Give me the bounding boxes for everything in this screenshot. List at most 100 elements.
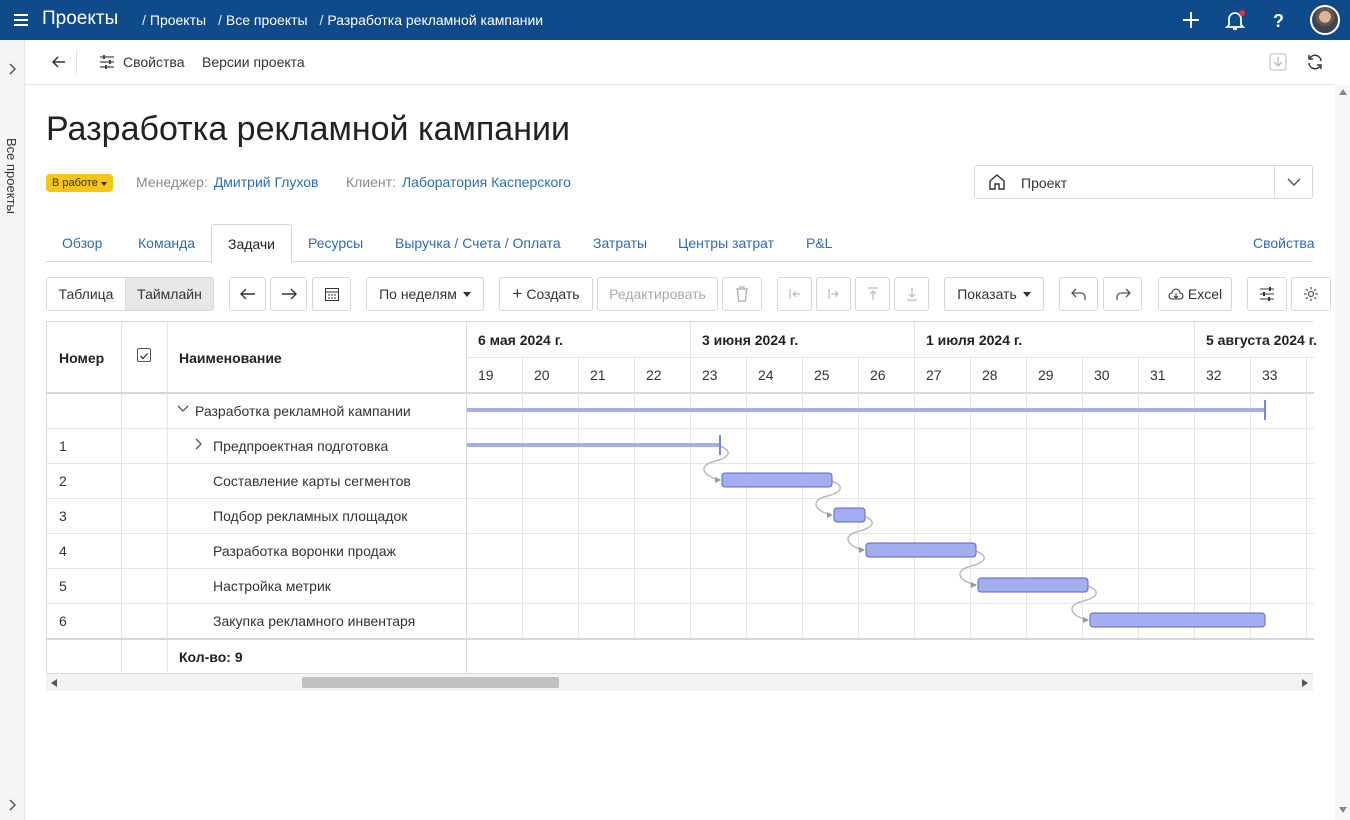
next-period-button[interactable] bbox=[270, 277, 307, 311]
tab-tasks[interactable]: Задачи bbox=[211, 224, 293, 263]
scroll-thumb[interactable] bbox=[302, 677, 559, 688]
project-type-select[interactable]: Проект bbox=[974, 165, 1313, 199]
bell-icon[interactable] bbox=[1223, 8, 1247, 32]
chevron-down-icon[interactable] bbox=[1287, 178, 1301, 187]
avatar[interactable] bbox=[1310, 5, 1340, 35]
tab-costs[interactable]: Затраты bbox=[593, 235, 647, 251]
scroll-left-icon[interactable] bbox=[51, 679, 57, 687]
chevron-down-icon[interactable] bbox=[177, 405, 189, 413]
properties-link[interactable]: Свойства bbox=[123, 54, 184, 70]
indent-right-button[interactable] bbox=[816, 277, 851, 311]
download-icon[interactable] bbox=[1269, 53, 1287, 71]
left-rail: Все проекты bbox=[0, 40, 25, 820]
tab-revenue[interactable]: Выручка / Счета / Оплата bbox=[395, 235, 561, 251]
task-name[interactable]: Предпроектная подготовка bbox=[213, 438, 388, 454]
create-button[interactable]: + Создать bbox=[499, 277, 593, 311]
task-number: 4 bbox=[59, 543, 67, 559]
select-all-checkbox[interactable] bbox=[137, 348, 151, 362]
app-title[interactable]: Проекты bbox=[42, 8, 118, 30]
chevron-right-icon[interactable] bbox=[7, 62, 17, 76]
show-select[interactable]: Показать bbox=[944, 277, 1044, 311]
tab-resources[interactable]: Ресурсы bbox=[308, 235, 363, 251]
summary-bar bbox=[467, 443, 720, 447]
column-header-name[interactable]: Наименование bbox=[179, 350, 282, 366]
task-name[interactable]: Подбор рекламных площадок bbox=[213, 508, 407, 524]
tab-overview[interactable]: Обзор bbox=[62, 235, 102, 251]
project-type-value: Проект bbox=[1021, 175, 1068, 191]
task-bar bbox=[1089, 612, 1266, 628]
menu-icon[interactable] bbox=[14, 12, 32, 28]
outdent-icon bbox=[788, 289, 800, 299]
prev-period-button[interactable] bbox=[229, 277, 266, 311]
task-name[interactable]: Разработка воронки продаж bbox=[213, 543, 396, 559]
week-number: 31 bbox=[1150, 367, 1166, 383]
breadcrumb-item[interactable]: Все проекты bbox=[226, 12, 308, 28]
task-number: 3 bbox=[59, 508, 67, 524]
timeline-view-button[interactable]: Таймлайн bbox=[125, 277, 214, 311]
move-up-button[interactable] bbox=[855, 277, 890, 311]
edit-button[interactable]: Редактировать bbox=[597, 277, 718, 311]
refresh-icon[interactable] bbox=[1306, 53, 1324, 71]
redo-button[interactable] bbox=[1103, 277, 1142, 311]
outdent-left-button[interactable] bbox=[777, 277, 812, 311]
columns-settings-button[interactable] bbox=[1247, 277, 1287, 311]
settings-button[interactable] bbox=[1291, 277, 1331, 311]
chevron-right-icon[interactable] bbox=[7, 798, 17, 812]
week-number: 26 bbox=[870, 367, 886, 383]
status-badge[interactable]: В работе bbox=[46, 174, 113, 192]
tab-cost-centers[interactable]: Центры затрат bbox=[678, 235, 774, 251]
all-projects-label[interactable]: Все проекты bbox=[4, 138, 19, 214]
tab-team[interactable]: Команда bbox=[138, 235, 195, 251]
task-name[interactable]: Закупка рекламного инвентаря bbox=[213, 613, 415, 629]
task-name[interactable]: Разработка рекламной кампании bbox=[195, 403, 411, 419]
gantt-chart bbox=[467, 400, 1266, 628]
delete-button[interactable] bbox=[722, 277, 762, 311]
chevron-right-icon[interactable] bbox=[195, 438, 203, 450]
breadcrumb-item: Разработка рекламной кампании bbox=[327, 12, 544, 28]
versions-link[interactable]: Версии проекта bbox=[202, 54, 305, 70]
back-arrow-icon[interactable] bbox=[51, 54, 67, 70]
sliders-icon bbox=[1260, 287, 1274, 301]
plus-icon[interactable] bbox=[1179, 8, 1203, 32]
table-view-button[interactable]: Таблица bbox=[46, 277, 126, 311]
period-select-label: По неделям bbox=[379, 286, 457, 302]
scroll-down-icon[interactable] bbox=[1339, 807, 1347, 813]
column-header-number[interactable]: Номер bbox=[59, 350, 104, 366]
task-number: 2 bbox=[59, 473, 67, 489]
client-link[interactable]: Лаборатория Касперского bbox=[402, 174, 571, 190]
manager-label: Менеджер: bbox=[136, 174, 208, 190]
indent-icon bbox=[827, 289, 839, 299]
excel-label: Excel bbox=[1187, 286, 1223, 302]
summary-bar bbox=[467, 408, 1265, 412]
client-label: Клиент: bbox=[346, 174, 396, 190]
undo-button[interactable] bbox=[1059, 277, 1098, 311]
excel-export-button[interactable]: Excel bbox=[1158, 277, 1232, 311]
plus-icon: + bbox=[512, 284, 523, 303]
tab-properties[interactable]: Свойства bbox=[1253, 235, 1314, 251]
svg-text:?: ? bbox=[1273, 11, 1284, 31]
row-count: Кол-во: 9 bbox=[179, 649, 243, 665]
manager-link[interactable]: Дмитрий Глухов bbox=[214, 174, 319, 190]
cloud-icon bbox=[1168, 288, 1184, 300]
move-down-button[interactable] bbox=[894, 277, 929, 311]
calendar-button[interactable] bbox=[312, 277, 351, 311]
page-title: Разработка рекламной кампании bbox=[46, 110, 570, 148]
show-select-label: Показать bbox=[957, 286, 1017, 302]
breadcrumb-item[interactable]: Проекты bbox=[150, 12, 206, 28]
task-name[interactable]: Настройка метрик bbox=[213, 578, 331, 594]
client-meta: Клиент: Лаборатория Касперского bbox=[346, 174, 571, 190]
undo-icon bbox=[1070, 288, 1086, 300]
move-down-icon bbox=[906, 288, 917, 301]
task-bar bbox=[833, 507, 866, 523]
period-select[interactable]: По неделям bbox=[366, 277, 484, 311]
scroll-up-icon[interactable] bbox=[1339, 89, 1347, 95]
top-bar: Проекты / Проекты / Все проекты / Разработк… bbox=[0, 0, 1350, 40]
vertical-scrollbar[interactable] bbox=[1335, 85, 1350, 820]
task-bar bbox=[865, 542, 977, 558]
help-icon[interactable]: ? bbox=[1266, 8, 1290, 32]
scroll-right-icon[interactable] bbox=[1302, 679, 1308, 687]
task-name[interactable]: Составление карты сегментов bbox=[213, 473, 411, 489]
tab-pnl[interactable]: P&L bbox=[806, 235, 832, 251]
month-header: 3 июня 2024 г. bbox=[702, 332, 799, 348]
horizontal-scrollbar[interactable] bbox=[46, 674, 1313, 691]
